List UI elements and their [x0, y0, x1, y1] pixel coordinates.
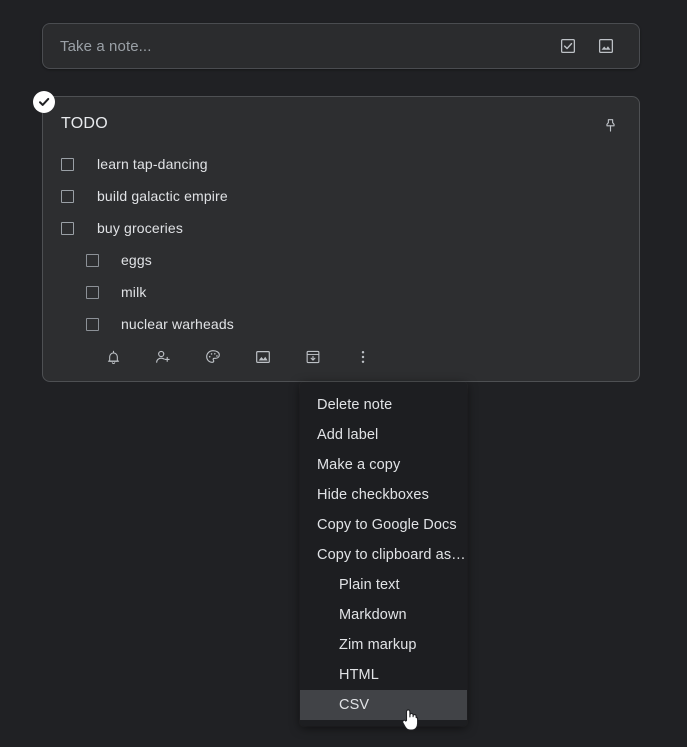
checklist-item-label: nuclear warheads [121, 316, 234, 332]
image-icon [256, 351, 270, 363]
checkbox[interactable] [86, 285, 99, 299]
note-selected-checkmark-badge[interactable] [33, 91, 55, 113]
add-collaborator-icon [156, 350, 170, 363]
checklist-item[interactable]: learn tap-dancing [43, 148, 639, 180]
menu-item-copy-to-clipboard-as[interactable]: Copy to clipboard as… [300, 540, 467, 570]
checklist-subitem[interactable]: eggs [43, 244, 639, 276]
image-icon [598, 38, 614, 54]
note-card[interactable]: TODO learn tap-dancing build galactic em… [42, 96, 640, 382]
checkbox[interactable] [61, 189, 74, 203]
add-image-button[interactable] [245, 339, 281, 375]
more-options-icon [361, 350, 365, 364]
add-collaborator-button[interactable] [145, 339, 181, 375]
menu-item-copy-to-google-docs[interactable]: Copy to Google Docs [300, 510, 467, 540]
menu-item-plain-text[interactable]: Plain text [300, 570, 467, 600]
note-header: TODO [43, 97, 639, 140]
checklist-item-label: build galactic empire [97, 188, 228, 204]
new-list-button[interactable] [549, 27, 587, 65]
pin-icon [605, 118, 615, 132]
archive-icon [306, 350, 320, 364]
palette-icon [206, 350, 220, 363]
more-options-button[interactable] [345, 339, 381, 375]
menu-item-markdown[interactable]: Markdown [300, 600, 467, 630]
checklist-item[interactable]: build galactic empire [43, 180, 639, 212]
change-color-button[interactable] [195, 339, 231, 375]
checkbox-list-icon [560, 38, 576, 54]
check-circle-icon [39, 97, 50, 106]
menu-item-csv[interactable]: CSV [300, 690, 467, 720]
checklist-subitem[interactable]: nuclear warheads [43, 308, 639, 340]
menu-item-delete-note[interactable]: Delete note [300, 390, 467, 420]
note-checklist: learn tap-dancing build galactic empire … [43, 140, 639, 340]
checklist-item[interactable]: buy groceries [43, 212, 639, 244]
archive-button[interactable] [295, 339, 331, 375]
menu-item-make-a-copy[interactable]: Make a copy [300, 450, 467, 480]
checklist-item-label: eggs [121, 252, 152, 268]
reminder-button[interactable] [95, 339, 131, 375]
checkbox[interactable] [61, 157, 74, 171]
pin-note-button[interactable] [595, 110, 625, 140]
checklist-item-label: milk [121, 284, 147, 300]
checkbox[interactable] [86, 253, 99, 267]
reminder-bell-icon [107, 350, 119, 364]
checkbox[interactable] [61, 221, 74, 235]
checklist-item-label: learn tap-dancing [97, 156, 208, 172]
new-image-note-button[interactable] [587, 27, 625, 65]
menu-item-hide-checkboxes[interactable]: Hide checkboxes [300, 480, 467, 510]
take-a-note-input[interactable]: Take a note... [43, 38, 549, 55]
menu-item-zim-markup[interactable]: Zim markup [300, 630, 467, 660]
menu-item-html[interactable]: HTML [300, 660, 467, 690]
note-context-menu[interactable]: Delete note Add label Make a copy Hide c… [300, 382, 467, 726]
checklist-subitem[interactable]: milk [43, 276, 639, 308]
checkbox[interactable] [86, 317, 99, 331]
checklist-item-label: buy groceries [97, 220, 183, 236]
note-toolbar [43, 339, 639, 375]
menu-item-add-label[interactable]: Add label [300, 420, 467, 450]
note-title[interactable]: TODO [61, 113, 595, 133]
take-a-note-bar[interactable]: Take a note... [42, 23, 640, 69]
